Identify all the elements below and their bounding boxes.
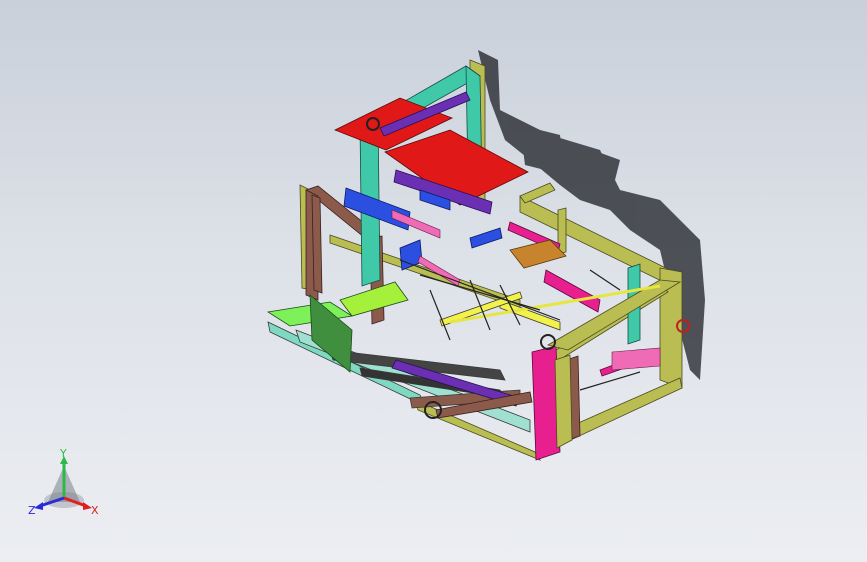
z-axis-label: Z (28, 504, 36, 517)
y-axis-label: Y (59, 448, 67, 460)
cad-graphics-viewport[interactable]: Y X Z (0, 0, 867, 562)
machine-assembly-model[interactable] (0, 0, 867, 562)
x-axis-label: X (91, 504, 99, 517)
coordinate-triad: Y X Z (28, 448, 99, 517)
